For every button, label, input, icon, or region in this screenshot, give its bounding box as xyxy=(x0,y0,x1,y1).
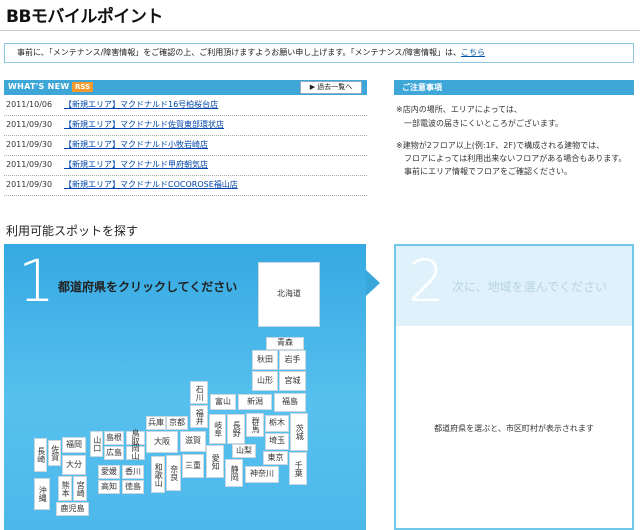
pref-nagano[interactable]: 長野 xyxy=(227,414,245,444)
step2-instruction: 次に、地域を選んでください xyxy=(452,280,608,294)
pref-kumamoto[interactable]: 熊本 xyxy=(58,476,72,501)
pref-miyagi[interactable]: 宮城 xyxy=(279,371,306,391)
rss-label: RSS xyxy=(75,83,91,91)
step1-instruction: 都道府県をクリックしてください xyxy=(58,280,238,294)
news-row: 2011/09/30 【新規エリア】マクドナルド佐賀東部環状店 xyxy=(4,115,367,136)
pref-nagasaki[interactable]: 長崎 xyxy=(34,438,47,472)
pref-nara[interactable]: 奈良 xyxy=(166,455,181,491)
pref-kagawa[interactable]: 香川 xyxy=(122,465,144,479)
pref-mie[interactable]: 三重 xyxy=(182,454,204,478)
caution-line: ※建物が2フロア以上(例:1F、2F)で構成される建物では、 xyxy=(396,141,605,150)
step2-number: 2 xyxy=(408,247,445,315)
news-row: 2011/10/06 【新規エリア】マクドナルド16号柏桜台店 xyxy=(4,95,367,116)
pref-hyogo[interactable]: 兵庫 xyxy=(146,416,166,430)
spot-search-heading: 利用可能スポットを探す xyxy=(6,224,139,238)
pref-iwate[interactable]: 岩手 xyxy=(279,350,306,370)
caution-line: 事前にエリア情報でフロアをご確認ください。 xyxy=(404,167,572,176)
title-divider xyxy=(0,30,640,31)
news-link[interactable]: 【新規エリア】マクドナルド16号柏桜台店 xyxy=(64,95,218,115)
pref-tottori[interactable]: 鳥取 xyxy=(126,429,145,446)
pref-saga[interactable]: 佐賀 xyxy=(48,440,61,466)
notice-link[interactable]: こちら xyxy=(461,48,485,57)
pref-ehime[interactable]: 愛媛 xyxy=(98,465,120,479)
news-date: 2011/09/30 xyxy=(6,120,53,129)
pref-kanagawa[interactable]: 神奈川 xyxy=(245,466,279,483)
pref-shiga[interactable]: 滋賀 xyxy=(180,431,206,452)
pref-gunma[interactable]: 群馬 xyxy=(246,413,264,437)
rss-icon[interactable]: RSS xyxy=(72,82,94,92)
pref-fukushima[interactable]: 福島 xyxy=(274,393,306,412)
pref-miyazaki[interactable]: 宮崎 xyxy=(73,476,87,501)
pref-tokyo[interactable]: 東京 xyxy=(263,451,288,465)
step-arrow xyxy=(366,270,380,296)
news-row: 2011/09/30 【新規エリア】マクドナルド小牧岩崎店 xyxy=(4,135,367,156)
pref-chiba[interactable]: 千葉 xyxy=(289,452,307,485)
pref-fukui[interactable]: 福井 xyxy=(190,405,208,428)
site-title: BBモバイルポイント xyxy=(6,7,163,27)
pref-yamaguchi[interactable]: 山口 xyxy=(90,431,103,457)
news-date: 2011/10/06 xyxy=(6,100,53,109)
pref-hiroshima[interactable]: 広島 xyxy=(104,446,124,460)
pref-ishikawa[interactable]: 石川 xyxy=(190,381,208,404)
news-row: 2011/09/30 【新規エリア】マクドナルド甲府朝気店 xyxy=(4,155,367,176)
news-date: 2011/09/30 xyxy=(6,140,53,149)
caution-line: フロアによっては利用出来ないフロアがある場合もあります。 xyxy=(404,154,627,163)
pref-akita[interactable]: 秋田 xyxy=(252,350,278,370)
pref-yamagata[interactable]: 山形 xyxy=(252,371,278,391)
pref-okinawa[interactable]: 沖縄 xyxy=(34,478,50,510)
pref-gifu[interactable]: 岐阜 xyxy=(209,414,226,444)
news-header-label: WHAT'S NEW xyxy=(8,82,70,91)
pref-kagoshima[interactable]: 鹿児島 xyxy=(56,502,89,516)
news-row: 2011/09/30 【新規エリア】マクドナルドCOCOROSE福山店 xyxy=(4,175,367,196)
pref-wakayama[interactable]: 和歌山 xyxy=(151,456,165,493)
pref-niigata[interactable]: 新潟 xyxy=(238,394,272,410)
pref-saitama[interactable]: 埼玉 xyxy=(265,433,289,450)
pref-oita[interactable]: 大分 xyxy=(62,455,86,475)
pref-hokkaido[interactable]: 北海道 xyxy=(258,262,320,327)
caution-line: ※店内の場所、エリアによっては、 xyxy=(396,105,522,114)
pref-shimane[interactable]: 島根 xyxy=(104,431,124,445)
pref-toyama[interactable]: 富山 xyxy=(210,394,236,410)
pref-aichi[interactable]: 愛知 xyxy=(206,445,224,478)
notice-text: 事前に、「メンテナンス/障害情報」をご確認の上、ご利用頂けますようお願い申し上げ… xyxy=(17,48,462,57)
pref-fukuoka[interactable]: 福岡 xyxy=(62,437,86,453)
news-link[interactable]: 【新規エリア】マクドナルド小牧岩崎店 xyxy=(64,135,208,155)
news-date: 2011/09/30 xyxy=(6,180,53,189)
caution-line: 一部電波の届きにくいところがございます。 xyxy=(404,119,564,128)
pref-tochigi[interactable]: 栃木 xyxy=(265,415,289,432)
archive-list-button[interactable]: ▶ 過去一覧へ xyxy=(300,81,362,94)
pref-shizuoka[interactable]: 静岡 xyxy=(225,459,243,487)
pref-aomori[interactable]: 青森 xyxy=(266,337,304,350)
pref-kyoto[interactable]: 京都 xyxy=(166,416,188,430)
news-link[interactable]: 【新規エリア】マクドナルド佐賀東部環状店 xyxy=(64,115,224,135)
news-date: 2011/09/30 xyxy=(6,160,53,169)
caution-title: ご注意事項 xyxy=(402,83,442,92)
step2-placeholder-message: 都道府県を選ぶと、市区町村が表示されます xyxy=(434,424,594,433)
pref-ibaraki[interactable]: 茨城 xyxy=(290,413,308,451)
maintenance-notice: 事前に、「メンテナンス/障害情報」をご確認の上、ご利用頂けますようお願い申し上げ… xyxy=(4,43,634,63)
news-link[interactable]: 【新規エリア】マクドナルド甲府朝気店 xyxy=(64,155,208,175)
news-link[interactable]: 【新規エリア】マクドナルドCOCOROSE福山店 xyxy=(64,175,238,195)
pref-osaka[interactable]: 大阪 xyxy=(146,431,178,453)
pref-yamanashi[interactable]: 山梨 xyxy=(232,444,256,458)
pref-tokushima[interactable]: 徳島 xyxy=(122,480,144,494)
pref-okayama[interactable]: 岡山 xyxy=(126,444,145,461)
pref-kochi[interactable]: 高知 xyxy=(98,480,120,494)
step1-number: 1 xyxy=(18,247,55,315)
